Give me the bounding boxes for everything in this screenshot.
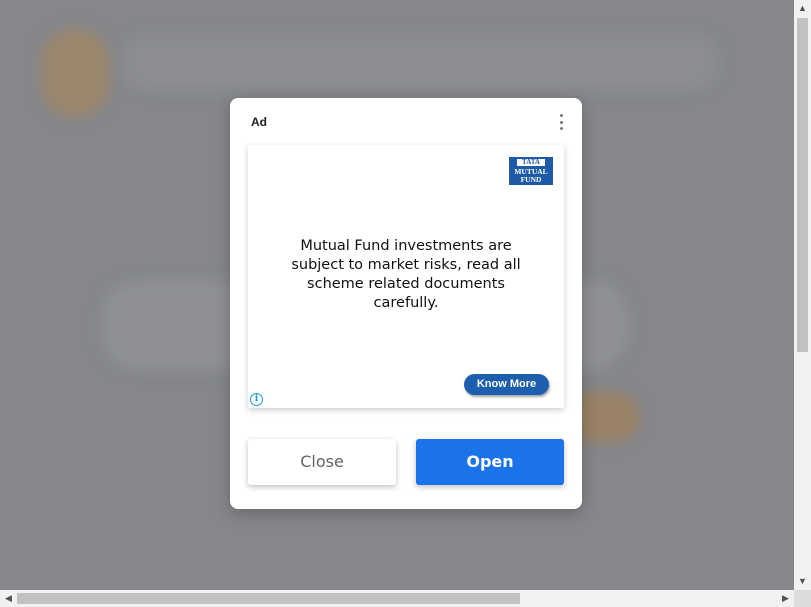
- scrollbar-corner: [794, 590, 811, 607]
- ad-disclaimer-text: Mutual Fund investments are subject to m…: [291, 238, 521, 311]
- scroll-left-arrow-icon[interactable]: ◀: [0, 590, 17, 607]
- horizontal-scrollbar[interactable]: ◀ ▶: [0, 590, 794, 607]
- ad-dialog: Ad TATA MUTUAL FUND Mutual Fund investme…: [230, 98, 582, 509]
- scroll-down-arrow-icon[interactable]: ▼: [794, 573, 811, 590]
- info-icon[interactable]: i: [250, 393, 263, 406]
- horizontal-scroll-thumb[interactable]: [17, 593, 520, 604]
- more-vert-icon[interactable]: [552, 112, 570, 132]
- open-button[interactable]: Open: [416, 439, 564, 485]
- vertical-scrollbar[interactable]: ▲ ▼: [794, 0, 811, 590]
- know-more-button[interactable]: Know More: [464, 374, 549, 395]
- scroll-up-arrow-icon[interactable]: ▲: [794, 0, 811, 17]
- vertical-scroll-thumb[interactable]: [797, 18, 808, 352]
- ad-label: Ad: [251, 115, 267, 129]
- tata-mutual-fund-logo: TATA MUTUAL FUND: [509, 157, 553, 185]
- scroll-right-arrow-icon[interactable]: ▶: [777, 590, 794, 607]
- ad-creative[interactable]: TATA MUTUAL FUND Mutual Fund investments…: [248, 145, 564, 408]
- close-button[interactable]: Close: [248, 439, 396, 485]
